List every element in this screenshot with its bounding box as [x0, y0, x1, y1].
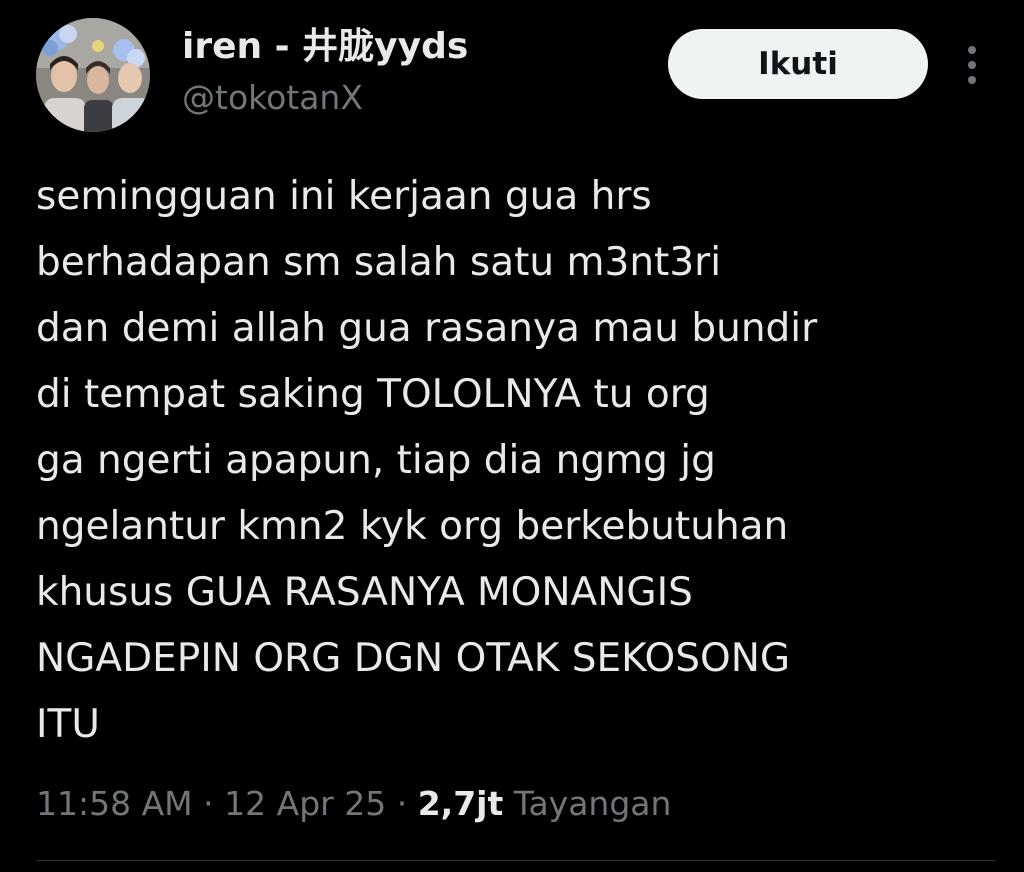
- tweet-date[interactable]: 12 Apr 25: [224, 784, 386, 823]
- more-dots-icon: [968, 46, 976, 84]
- display-name[interactable]: iren - 井胧yyds: [182, 24, 468, 70]
- views-label[interactable]: Tayangan: [514, 784, 672, 823]
- tweet-time[interactable]: 11:58 AM: [36, 784, 193, 823]
- tweet-meta: 11:58 AM · 12 Apr 25 · 2,7jt Tayangan: [36, 778, 671, 830]
- more-vertical-icon[interactable]: [952, 40, 992, 90]
- views-count[interactable]: 2,7jt: [418, 784, 504, 823]
- divider: [36, 860, 996, 861]
- avatar[interactable]: [36, 18, 150, 132]
- tweet-text: semingguan ini kerjaan gua hrs berhadapa…: [36, 174, 818, 747]
- avatar-photo-icon: [36, 18, 150, 132]
- follow-button[interactable]: Ikuti: [668, 29, 928, 99]
- tweet-card: iren - 井胧yyds @tokotanX Ikuti semingguan…: [0, 0, 1024, 872]
- meta-separator: ·: [203, 784, 214, 823]
- user-handle[interactable]: @tokotanX: [182, 76, 363, 120]
- meta-separator: ·: [396, 784, 408, 823]
